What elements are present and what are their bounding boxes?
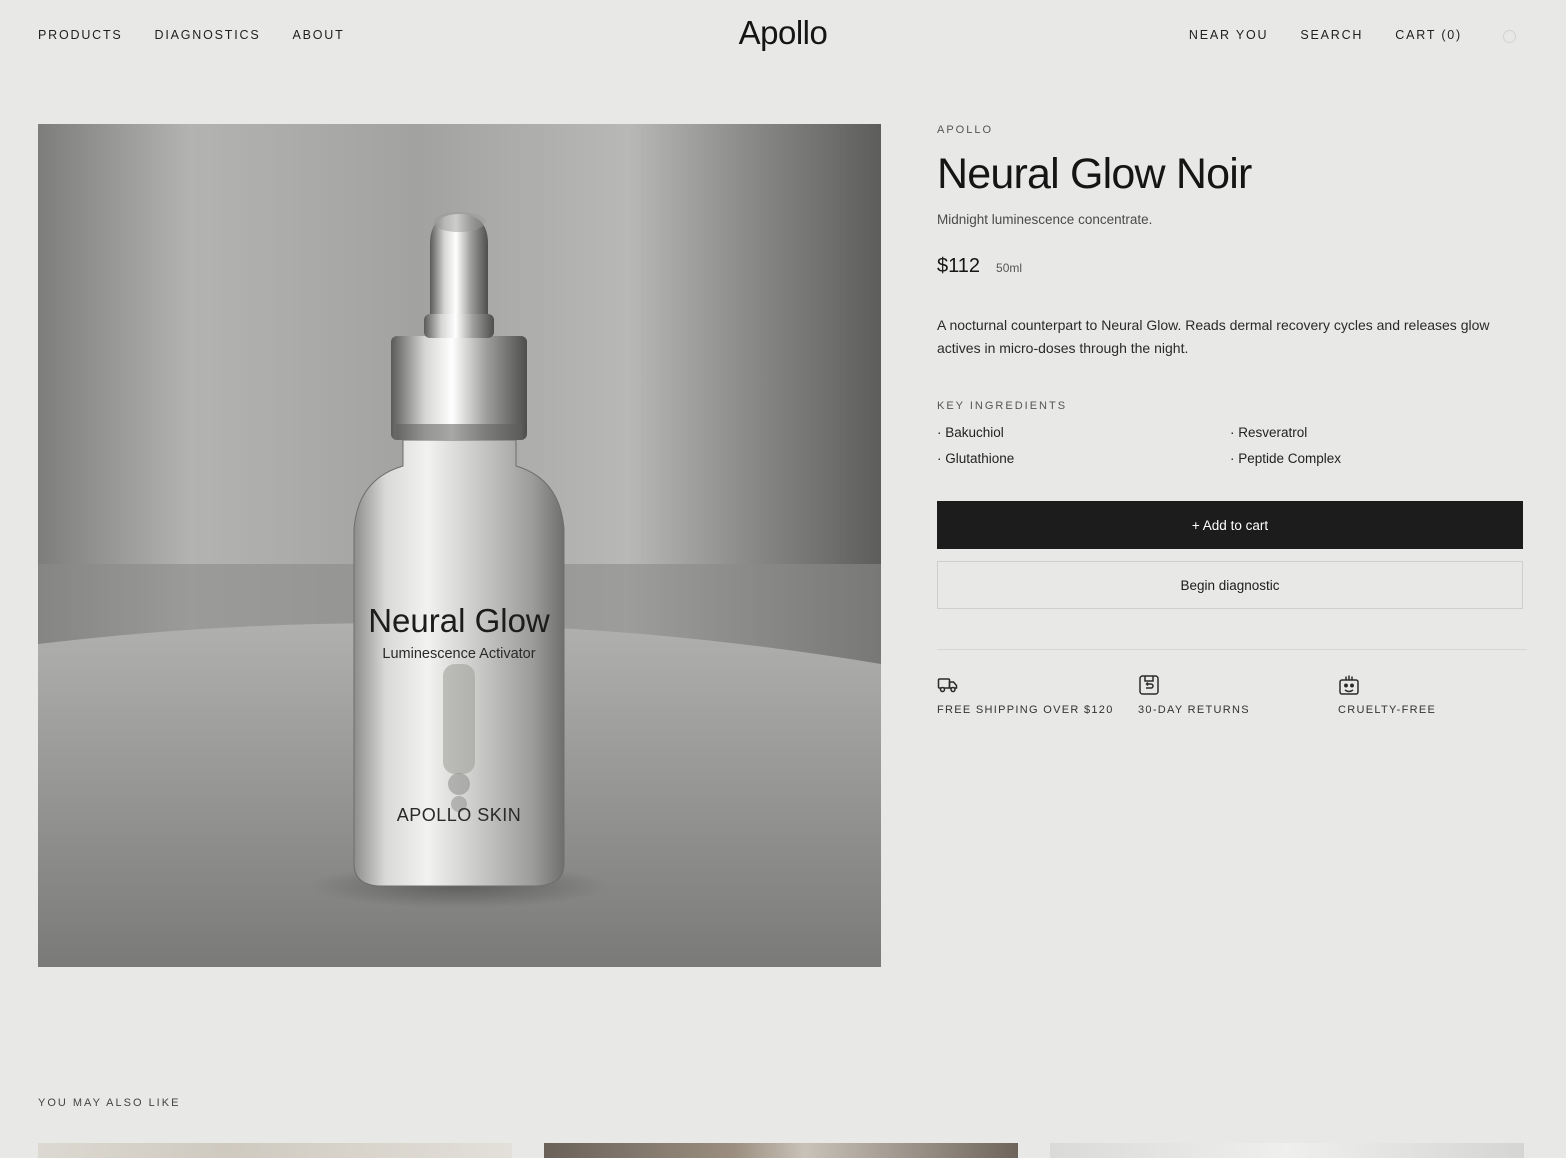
feature-list: FREE SHIPPING OVER $120 30-DAY RETURNS C… bbox=[937, 674, 1523, 716]
product-size: 50ml bbox=[996, 261, 1023, 276]
return-box-icon bbox=[1139, 675, 1159, 696]
feature-cruelty-free-label: CRUELTY-FREE bbox=[1338, 704, 1437, 717]
ingredient-item: · Peptide Complex bbox=[1230, 451, 1342, 467]
feature-returns: 30-DAY RETURNS bbox=[1138, 674, 1338, 716]
product-description: A nocturnal counterpart to Neural Glow. … bbox=[937, 317, 1490, 357]
ingredient-item: · Resveratrol bbox=[1230, 425, 1308, 441]
ingredients-list: · Bakuchiol · Resveratrol · Glutathione … bbox=[937, 425, 1523, 467]
rabbit-icon bbox=[1339, 675, 1359, 696]
utility-nav: NEAR YOU SEARCH CART (0) bbox=[1189, 28, 1462, 42]
add-to-cart-button[interactable]: + Add to cart bbox=[937, 501, 1523, 550]
image-label-subtitle: Luminescence Activator bbox=[382, 646, 535, 662]
nav-cart-link[interactable]: CART (0) bbox=[1395, 28, 1462, 42]
divider bbox=[937, 649, 1527, 651]
truck-icon bbox=[937, 678, 958, 693]
begin-diagnostic-button[interactable]: Begin diagnostic bbox=[937, 561, 1523, 610]
product-price: $112 bbox=[937, 255, 981, 278]
ingredient-item: · Bakuchiol bbox=[937, 425, 1004, 441]
feature-returns-label: 30-DAY RETURNS bbox=[1138, 704, 1250, 717]
related-product-card[interactable] bbox=[38, 1143, 512, 1158]
product-brand: APOLLO bbox=[937, 124, 994, 136]
related-product-card[interactable] bbox=[1050, 1143, 1524, 1158]
feature-shipping: FREE SHIPPING OVER $120 bbox=[937, 674, 1138, 716]
ingredient-item: · Glutathione bbox=[937, 451, 1015, 467]
feature-cruelty-free: CRUELTY-FREE bbox=[1338, 674, 1523, 716]
site-header: PRODUCTS DIAGNOSTICS ABOUT Apollo NEAR Y… bbox=[0, 0, 1566, 72]
nav-search-link[interactable]: SEARCH bbox=[1300, 28, 1363, 42]
product-image: Neural Glow Luminescence Activator APOLL… bbox=[38, 124, 881, 967]
product-tagline: Midnight luminescence concentrate. bbox=[937, 212, 1153, 228]
product-title: Neural Glow Noir bbox=[937, 150, 1252, 198]
related-products-heading: YOU MAY ALSO LIKE bbox=[38, 1097, 181, 1109]
feature-shipping-label: FREE SHIPPING OVER $120 bbox=[937, 704, 1114, 717]
ingredients-heading: KEY INGREDIENTS bbox=[937, 400, 1068, 413]
price-row: $112 50ml bbox=[937, 255, 1523, 278]
image-label-name: Neural Glow bbox=[368, 602, 550, 639]
product-details: APOLLO Neural Glow Noir Midnight lumines… bbox=[937, 124, 1527, 716]
related-product-card[interactable] bbox=[544, 1143, 1018, 1158]
nav-near-you-link[interactable]: NEAR YOU bbox=[1189, 28, 1268, 42]
image-label-brand: APOLLO SKIN bbox=[397, 805, 522, 825]
theme-toggle-icon[interactable] bbox=[1503, 30, 1516, 43]
